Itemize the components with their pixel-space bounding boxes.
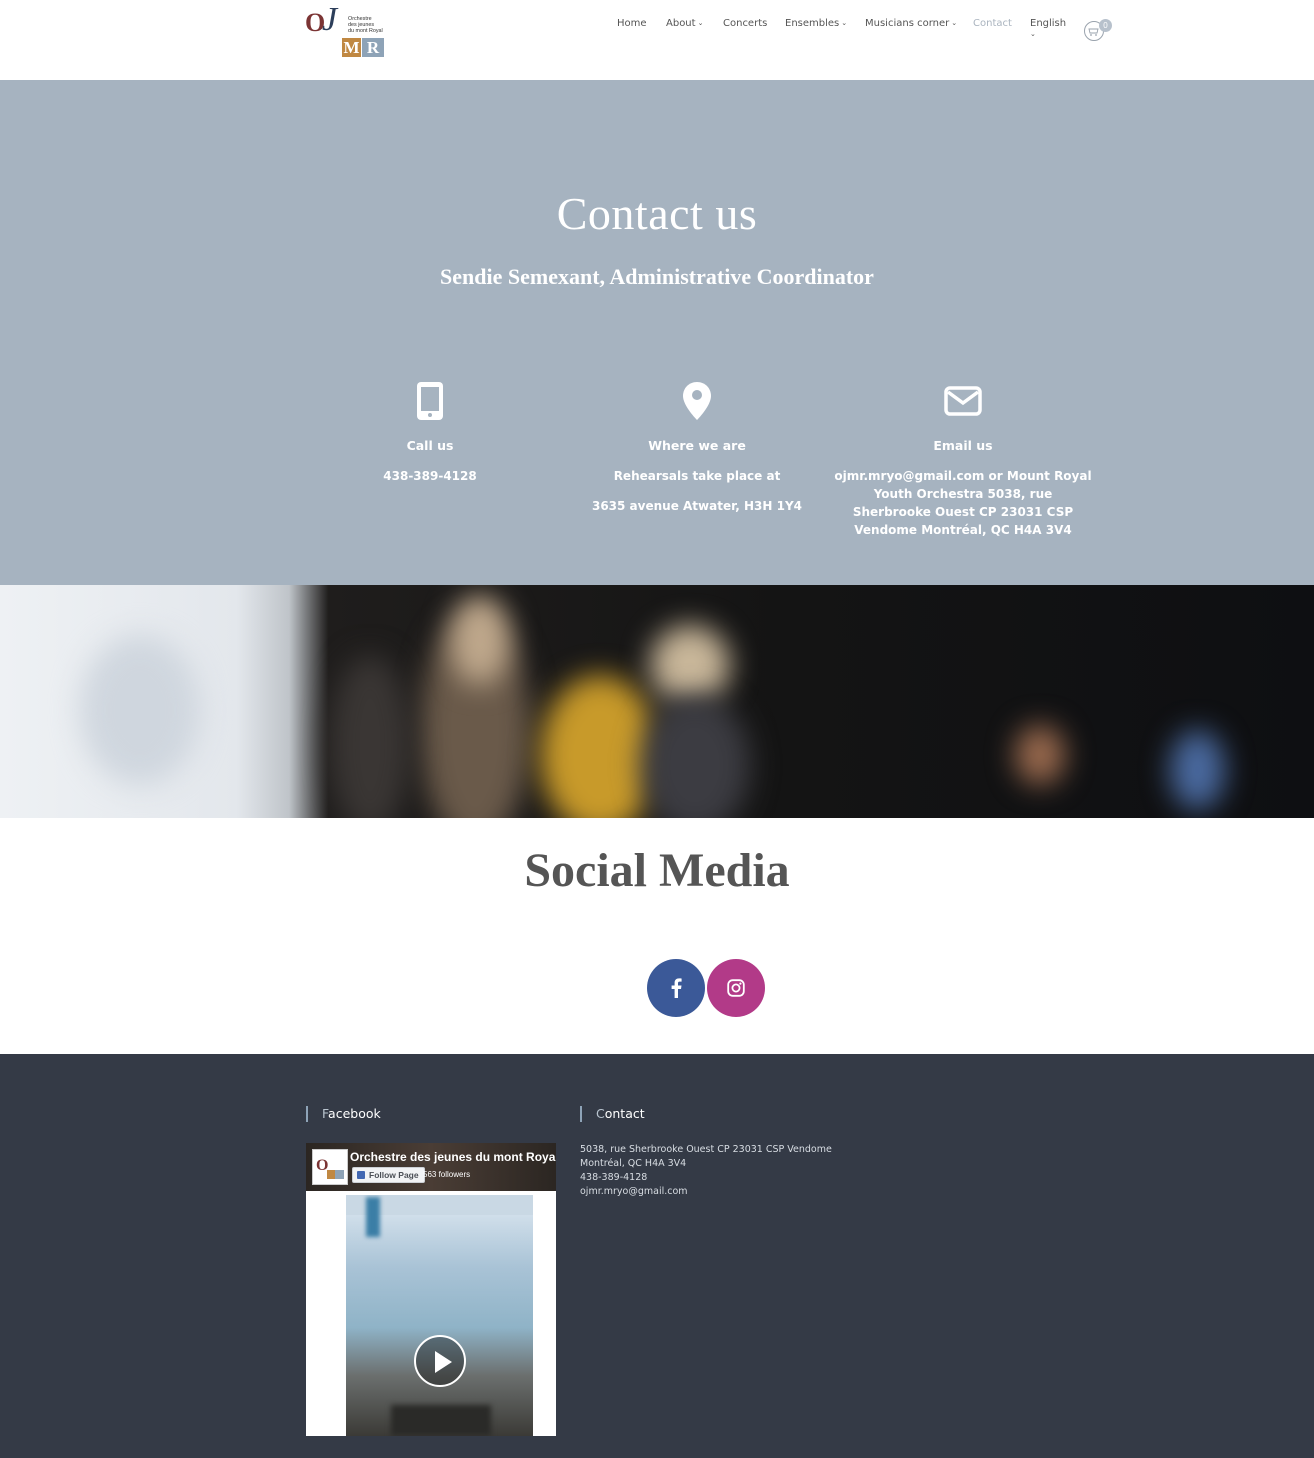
contact-column-title: Where we are bbox=[648, 438, 746, 453]
orchestra-banner-image bbox=[0, 585, 1314, 818]
facebook-video-thumbnail[interactable] bbox=[346, 1195, 533, 1436]
nav-label: About bbox=[666, 18, 696, 29]
contact-hero: Contact us Sendie Semexant, Administrati… bbox=[0, 80, 1314, 585]
heading-rest: ontact bbox=[604, 1106, 645, 1121]
facebook-page-widget: O Orchestre des jeunes du mont Royal Fol… bbox=[306, 1143, 556, 1436]
play-icon[interactable] bbox=[414, 1335, 466, 1387]
nav-label: Contact bbox=[973, 18, 1012, 29]
nav-label: Concerts bbox=[723, 18, 768, 29]
follow-page-button[interactable]: Follow Page bbox=[352, 1167, 425, 1183]
logo-letter-m: M bbox=[342, 38, 361, 57]
instagram-icon bbox=[727, 979, 745, 997]
chevron-down-icon: ⌄ bbox=[697, 19, 704, 27]
instagram-button[interactable] bbox=[707, 959, 765, 1017]
footer-facebook-heading: Facebook bbox=[306, 1106, 381, 1122]
map-marker-icon bbox=[567, 380, 827, 422]
nav-item-about[interactable]: About ⌄ bbox=[666, 18, 703, 29]
nav-item-home[interactable]: Home bbox=[617, 18, 647, 29]
envelope-icon bbox=[833, 380, 1093, 422]
logo-tagline-line: du mont Royal bbox=[348, 28, 383, 34]
language-selector[interactable]: English ⌄ bbox=[1030, 18, 1066, 40]
contact-column-title: Email us bbox=[933, 438, 993, 453]
logo-letter-j: J bbox=[322, 1, 338, 38]
footer-contact-info: 5038, rue Sherbrooke Ouest CP 23031 CSP … bbox=[580, 1143, 832, 1199]
nav-item-concerts[interactable]: Concerts bbox=[723, 18, 767, 29]
svg-text:O: O bbox=[316, 1157, 328, 1174]
nav-label: Musicians corner bbox=[865, 18, 950, 29]
heading-rest: acebook bbox=[328, 1106, 381, 1121]
footer-city-line: Montréal, QC H4A 3V4 bbox=[580, 1158, 687, 1169]
cart-button[interactable]: 0 bbox=[1083, 19, 1112, 42]
facebook-widget-header: O Orchestre des jeunes du mont Royal Fol… bbox=[306, 1143, 556, 1191]
facebook-button[interactable] bbox=[647, 959, 705, 1017]
site-footer: Facebook Contact O Orchestre des jeunes … bbox=[0, 1054, 1314, 1458]
mobile-phone-icon bbox=[300, 380, 560, 422]
phone-number[interactable]: 438-389-4128 bbox=[300, 467, 560, 485]
page-title: Contact us bbox=[556, 188, 758, 239]
contact-column-title: Call us bbox=[406, 438, 454, 453]
location-line: Rehearsals take place at bbox=[613, 469, 781, 483]
logo-letter-r: R bbox=[362, 38, 384, 57]
location-address: 3635 avenue Atwater, H3H 1Y4 bbox=[591, 499, 802, 513]
footer-phone[interactable]: 438-389-4128 bbox=[580, 1171, 832, 1185]
footer-contact-heading: Contact bbox=[580, 1106, 645, 1122]
site-logo[interactable]: O J Orchestre des jeunes du mont Royal M… bbox=[305, 3, 387, 58]
chevron-down-icon: ⌄ bbox=[841, 19, 848, 27]
facebook-followers-count: 563 followers bbox=[423, 1170, 471, 1179]
page-subtitle: Sendie Semexant, Administrative Coordina… bbox=[440, 264, 874, 289]
facebook-page-name[interactable]: Orchestre des jeunes du mont Royal bbox=[350, 1150, 556, 1164]
facebook-page-avatar[interactable]: O bbox=[312, 1149, 348, 1185]
cart-count-badge: 0 bbox=[1099, 19, 1112, 32]
site-header: O J Orchestre des jeunes du mont Royal M… bbox=[0, 0, 1314, 80]
nav-item-musicians-corner[interactable]: Musicians corner ⌄ bbox=[865, 18, 957, 29]
social-media-heading: Social Media bbox=[524, 844, 790, 897]
chevron-down-icon: ⌄ bbox=[951, 19, 958, 27]
nav-label: Home bbox=[617, 18, 647, 29]
contact-column-email: Email us ojmr.mryo@gmail.com or Mount Ro… bbox=[833, 380, 1093, 539]
facebook-icon bbox=[671, 978, 682, 998]
chevron-down-icon: ⌄ bbox=[1030, 30, 1036, 38]
contact-column-call: Call us 438-389-4128 bbox=[300, 380, 560, 485]
email-address-block[interactable]: ojmr.mryo@gmail.com or Mount Royal Youth… bbox=[833, 467, 1093, 539]
nav-item-ensembles[interactable]: Ensembles ⌄ bbox=[785, 18, 847, 29]
language-label: English bbox=[1030, 18, 1067, 29]
contact-column-location: Where we are Rehearsals take place at 36… bbox=[567, 380, 827, 515]
footer-email[interactable]: ojmr.mryo@gmail.com bbox=[580, 1185, 832, 1199]
heading-initial: C bbox=[596, 1106, 605, 1121]
nav-label: Ensembles bbox=[785, 18, 840, 29]
footer-address-line: 5038, rue Sherbrooke Ouest CP 23031 CSP … bbox=[580, 1144, 832, 1155]
logo-tagline: Orchestre des jeunes du mont Royal bbox=[348, 16, 388, 34]
nav-item-contact[interactable]: Contact bbox=[973, 18, 1012, 29]
